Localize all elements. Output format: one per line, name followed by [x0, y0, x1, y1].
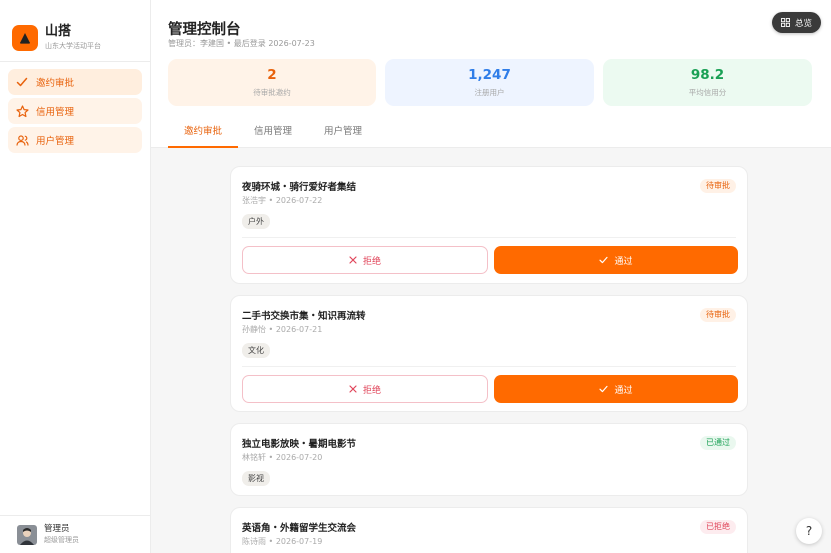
- sidebar-item-label: 用户管理: [36, 136, 75, 147]
- stat-label: 平均信用分: [688, 88, 727, 97]
- invitation-title: 独立电影放映・暑期电影节: [242, 439, 357, 450]
- category-tag: 户外: [242, 214, 270, 229]
- stat-value: 2: [267, 67, 277, 83]
- sidebar-item-user-management[interactable]: 用户管理: [8, 127, 142, 153]
- tab-invitation-approval[interactable]: 邀约审批: [168, 118, 238, 148]
- status-badge: 待审批: [700, 308, 736, 322]
- approve-label: 通过: [614, 256, 633, 267]
- check-icon: [599, 256, 609, 264]
- sidebar-nav: 邀约审批 信用管理 用户管理: [0, 62, 150, 153]
- stat-label: 注册用户: [474, 88, 505, 97]
- help-button[interactable]: ?: [796, 518, 822, 544]
- star-icon: [15, 104, 29, 118]
- stat-average-credit: 98.2 平均信用分: [603, 59, 812, 106]
- invitation-date: 2026-07-21: [275, 325, 323, 334]
- invitation-title: 英语角・外籍留学生交流会: [242, 523, 357, 534]
- divider: [242, 366, 736, 367]
- stat-value: 98.2: [690, 67, 725, 83]
- divider: [242, 237, 736, 238]
- invitation-meta: 陈诗雨 • 2026-07-19: [242, 537, 323, 546]
- invitation-meta: 张浩宇 • 2026-07-22: [242, 196, 323, 205]
- invitation-author: 陈诗雨: [242, 537, 266, 546]
- invitation-card: 英语角・外籍留学生交流会 陈诗雨 • 2026-07-19 已拒绝: [230, 507, 748, 553]
- close-icon: [349, 256, 357, 264]
- stat-pending-invitations: 2 待审批邀约: [168, 59, 376, 106]
- current-user[interactable]: 管理员 超级管理员: [0, 515, 150, 553]
- reject-label: 拒绝: [362, 256, 381, 267]
- stat-value: 1,247: [468, 67, 511, 83]
- tab-credit-management[interactable]: 信用管理: [238, 118, 308, 148]
- invitation-date: 2026-07-19: [275, 537, 323, 546]
- approve-button[interactable]: 通过: [494, 246, 738, 274]
- page-title: 管理控制台: [168, 22, 241, 38]
- invitation-meta: 林铭轩 • 2026-07-20: [242, 453, 323, 462]
- status-badge: 已拒绝: [700, 520, 736, 534]
- sidebar-item-credit-management[interactable]: 信用管理: [8, 98, 142, 124]
- close-icon: [349, 385, 357, 393]
- sidebar-item-invitation-approval[interactable]: 邀约审批: [8, 69, 142, 95]
- invitation-author: 孙静怡: [242, 325, 266, 334]
- invitation-meta: 孙静怡 • 2026-07-21: [242, 325, 323, 334]
- invitation-author: 林铭轩: [242, 453, 266, 462]
- user-role: 超级管理员: [44, 536, 79, 544]
- invitation-card: 独立电影放映・暑期电影节 林铭轩 • 2026-07-20 已通过 影视: [230, 423, 748, 496]
- reject-label: 拒绝: [362, 385, 381, 396]
- invitation-title: 夜骑环城・骑行爱好者集结: [242, 182, 357, 193]
- brand: 山搭 山东大学活动平台: [0, 0, 150, 62]
- sidebar-item-label: 邀约审批: [36, 78, 75, 89]
- users-icon: [15, 133, 29, 147]
- user-name: 管理员: [44, 524, 70, 534]
- status-badge: 待审批: [700, 179, 736, 193]
- sidebar-item-label: 信用管理: [36, 107, 75, 118]
- approve-label: 通过: [614, 385, 633, 396]
- approve-button[interactable]: 通过: [494, 375, 738, 403]
- stat-registered-users: 1,247 注册用户: [385, 59, 594, 106]
- invitation-card: 二手书交换市集・知识再流转 孙静怡 • 2026-07-21 待审批 文化 拒绝…: [230, 295, 748, 412]
- brand-name: 山搭: [45, 24, 72, 39]
- reject-button[interactable]: 拒绝: [242, 246, 488, 274]
- category-tag: 影视: [242, 471, 270, 486]
- invitation-date: 2026-07-22: [275, 196, 323, 205]
- check-icon: [599, 385, 609, 393]
- grid-icon: [781, 18, 790, 27]
- status-badge: 已通过: [700, 436, 736, 450]
- campfire-icon: [12, 24, 38, 51]
- stat-label: 待审批邀约: [253, 88, 291, 97]
- category-tag: 文化: [242, 343, 270, 358]
- overview-label: 总览: [794, 18, 812, 29]
- tab-user-management[interactable]: 用户管理: [308, 118, 378, 148]
- brand-subtitle: 山东大学活动平台: [45, 42, 101, 50]
- invitation-author: 张浩宇: [242, 196, 266, 205]
- invitation-date: 2026-07-20: [275, 453, 323, 462]
- reject-button[interactable]: 拒绝: [242, 375, 488, 403]
- overview-button[interactable]: 总览: [771, 12, 821, 33]
- tab-bar: 邀约审批 信用管理 用户管理: [168, 118, 378, 148]
- header: 管理控制台 管理员：李建国 • 最后登录 2026-07-23 总览 2 待审批…: [151, 0, 831, 148]
- invitation-title: 二手书交换市集・知识再流转: [242, 311, 366, 322]
- invitation-card: 夜骑环城・骑行爱好者集结 张浩宇 • 2026-07-22 待审批 户外 拒绝 …: [230, 166, 748, 284]
- avatar: [17, 524, 37, 545]
- check-icon: [15, 75, 29, 89]
- admin-meta: 管理员：李建国 • 最后登录 2026-07-23: [168, 39, 315, 48]
- sidebar: 山搭 山东大学活动平台 邀约审批 信用管理 用户管理 管理员 超级管理员: [0, 0, 151, 553]
